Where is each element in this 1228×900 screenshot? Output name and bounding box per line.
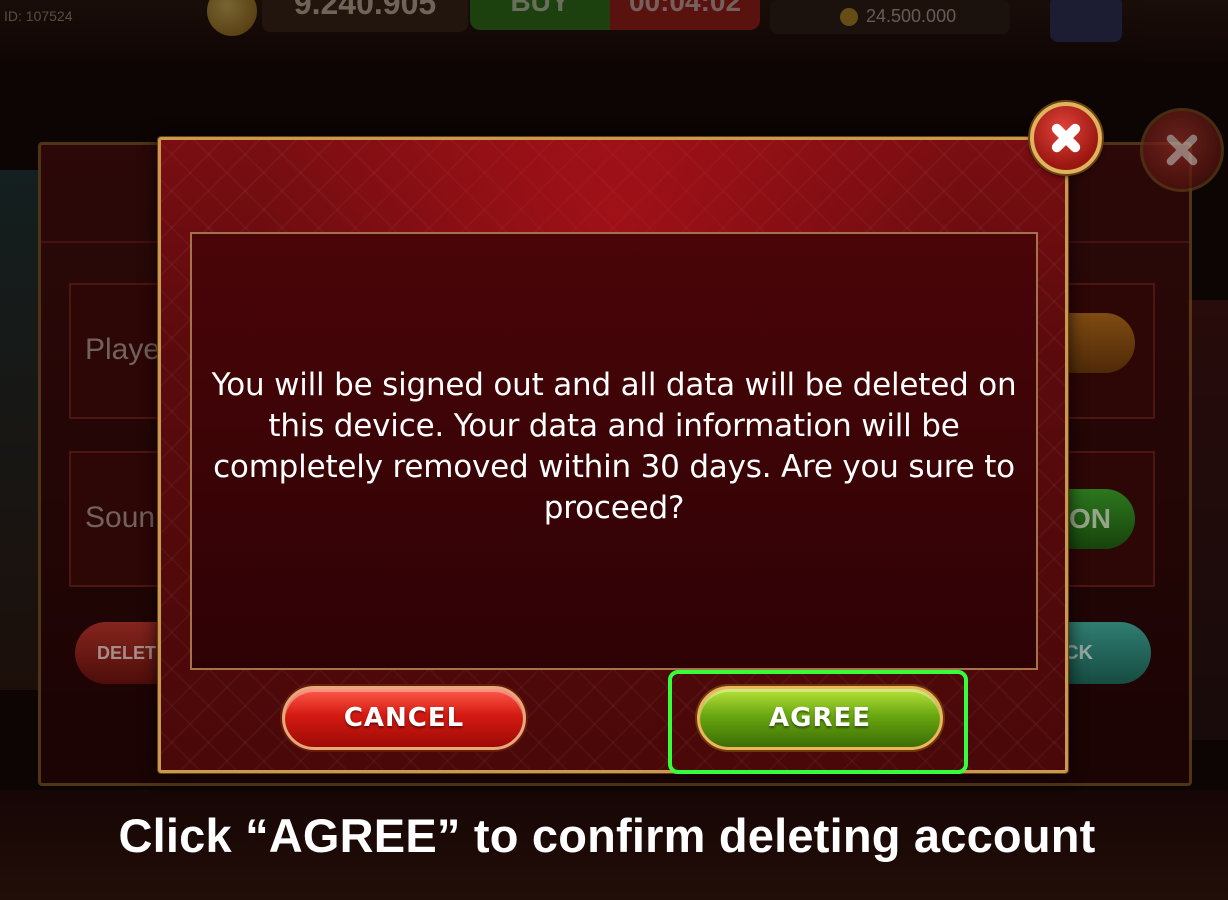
right-decoration [1188, 300, 1228, 740]
mail-icon [1050, 0, 1122, 42]
left-decoration [0, 170, 38, 690]
close-icon [1046, 118, 1086, 158]
sound-label: Soun [85, 501, 156, 534]
dialog-message: You will be signed out and all data will… [211, 367, 1017, 526]
top-bar: ID: 107524 9.240.905 BUY 00:04:02 24.500… [0, 0, 1228, 62]
player-label: Playe [85, 333, 161, 366]
user-id: ID: 107524 [4, 8, 73, 24]
instruction-caption: Click “AGREE” to confirm deleting accoun… [118, 809, 1096, 862]
jackpot-display: 24.500.000 [770, 0, 1010, 34]
coin-balance: 9.240.905 [262, 0, 468, 32]
dialog-message-box: You will be signed out and all data will… [190, 232, 1038, 670]
coin-icon [207, 0, 257, 36]
cancel-button[interactable]: CANCEL [282, 686, 526, 750]
jackpot-coin-icon [840, 8, 858, 26]
offer-timer: 00:04:02 [610, 0, 760, 30]
buy-label: BUY [470, 0, 610, 30]
dialog-close-button[interactable] [1030, 102, 1102, 174]
buy-button: BUY 00:04:02 [470, 0, 760, 30]
settings-close-icon [1140, 108, 1224, 192]
agree-highlight-box [668, 670, 968, 774]
jackpot-amount: 24.500.000 [866, 6, 957, 26]
